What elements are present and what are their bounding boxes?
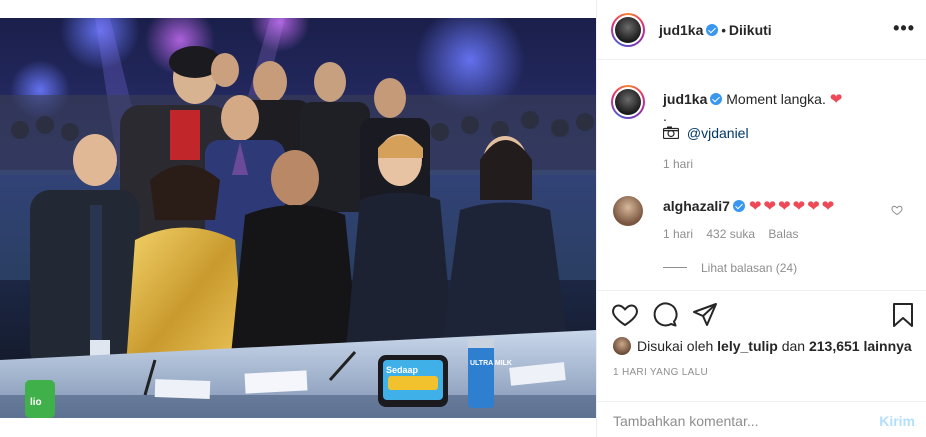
- comment-line: alghazali7 ❤❤❤❤❤❤: [663, 197, 836, 215]
- like-comment-heart-icon[interactable]: [891, 204, 903, 216]
- post-photo[interactable]: Sedaap ULTRA MILK lio: [0, 0, 596, 437]
- author-username[interactable]: jud1ka: [659, 22, 703, 38]
- verified-badge-icon: [732, 200, 745, 212]
- reply-button[interactable]: Balas: [768, 227, 798, 241]
- cup-text: ULTRA MILK: [470, 360, 512, 367]
- post-actions: Disukai oleh lely_tulip dan 213,651 lain…: [597, 290, 926, 437]
- liked-by-prefix: Disukai oleh: [637, 338, 714, 354]
- comment-likes[interactable]: 432 suka: [706, 227, 755, 241]
- liked-by-and: dan: [781, 338, 806, 354]
- liked-by-line: Disukai oleh lely_tulip dan 213,651 lain…: [613, 337, 912, 355]
- post-sidebar: jud1ka • Diikuti ••• jud1ka Moment langka.…: [596, 0, 926, 437]
- more-options-icon[interactable]: •••: [893, 18, 915, 39]
- likes-count[interactable]: 213,651 lainnya: [809, 338, 912, 354]
- camera-icon: [662, 125, 683, 141]
- comment-meta: 1 hari 432 suka Balas: [663, 227, 798, 241]
- share-paper-plane-icon[interactable]: [691, 301, 719, 329]
- bottle-text: lio: [30, 397, 42, 408]
- send-comment-button[interactable]: Kirim: [879, 413, 915, 429]
- header-meta: jud1ka • Diikuti: [659, 22, 772, 38]
- comment-input[interactable]: Tambahkan komentar...: [613, 413, 759, 429]
- save-bookmark-icon[interactable]: [889, 301, 917, 329]
- comment-bubble-icon[interactable]: [651, 301, 679, 329]
- post-header: jud1ka • Diikuti •••: [597, 0, 926, 60]
- post-photo-image: Sedaap ULTRA MILK lio: [0, 0, 596, 437]
- caption-author-avatar[interactable]: [611, 85, 645, 119]
- caption-line-2: .: [663, 108, 667, 124]
- liker-avatar[interactable]: [613, 337, 631, 355]
- verified-badge-icon: [710, 93, 723, 105]
- comment-time: 1 hari: [663, 227, 694, 241]
- separator-dot: •: [721, 23, 726, 38]
- liker-username[interactable]: lely_tulip: [717, 338, 778, 354]
- post-timestamp[interactable]: 1 HARI YANG LALU: [613, 367, 708, 378]
- replies-divider: [663, 267, 687, 268]
- add-comment-form: Tambahkan komentar... Kirim: [597, 401, 926, 437]
- author-avatar-image: [615, 17, 641, 43]
- caption-time: 1 hari: [663, 157, 694, 171]
- red-heart-emoji: ❤: [829, 91, 843, 108]
- caption-line: jud1ka Moment langka. ❤: [663, 90, 842, 108]
- commenter-username[interactable]: alghazali7: [663, 198, 730, 214]
- like-heart-icon[interactable]: [611, 301, 639, 329]
- mention-link[interactable]: @vjdaniel: [687, 125, 749, 141]
- comment-text: ❤❤❤❤❤❤: [748, 198, 837, 215]
- verified-badge-icon: [706, 24, 719, 36]
- caption-author-avatar-image: [615, 89, 641, 115]
- sign-brand-text: Sedaap: [386, 365, 419, 375]
- view-replies-label: Lihat balasan (24): [701, 261, 798, 275]
- author-avatar[interactable]: [611, 13, 645, 47]
- follow-status-button[interactable]: Diikuti: [729, 22, 772, 38]
- view-replies-button[interactable]: Lihat balasan (24): [663, 261, 797, 275]
- caption-text: Moment langka.: [726, 91, 826, 107]
- caption-mention-line: @vjdaniel: [662, 125, 749, 141]
- commenter-avatar[interactable]: [613, 196, 643, 226]
- caption-username[interactable]: jud1ka: [663, 91, 707, 107]
- comments-area: jud1ka Moment langka. ❤ . @vjdaniel 1 ha…: [597, 60, 926, 290]
